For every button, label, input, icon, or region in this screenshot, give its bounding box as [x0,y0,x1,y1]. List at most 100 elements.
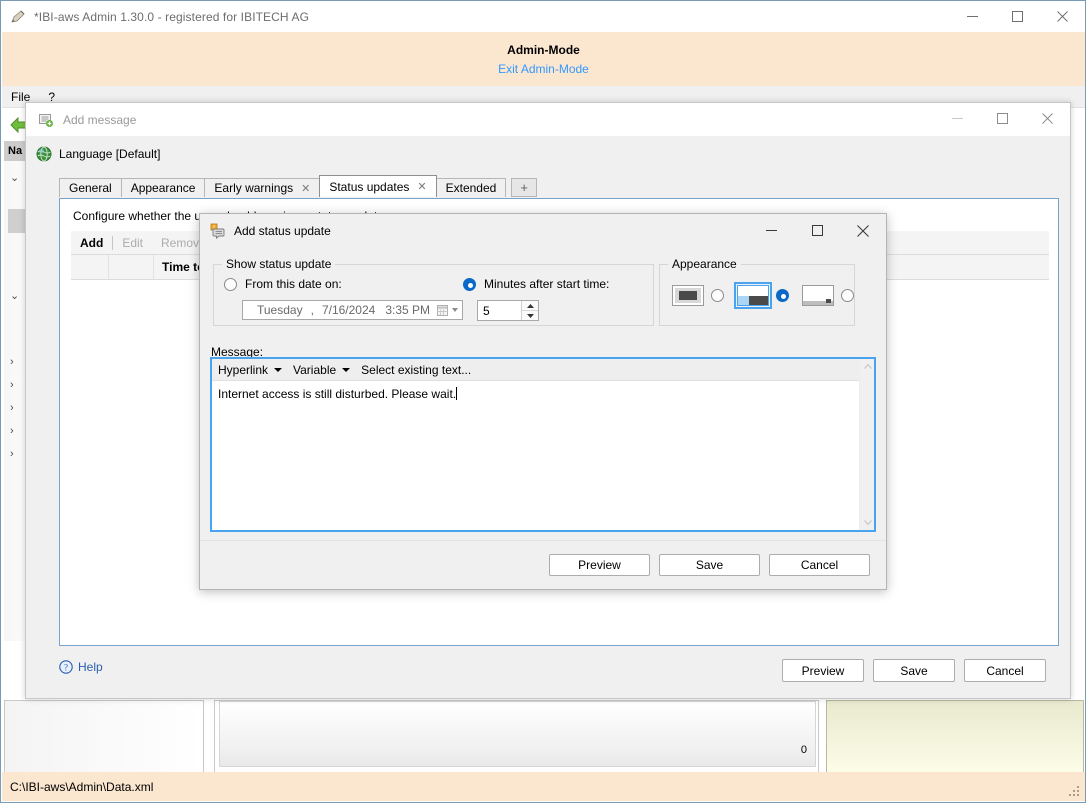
tab-early-warnings[interactable]: Early warnings ✕ [204,178,321,197]
background-right-pane [826,700,1084,773]
language-indicator: Language [Default] [36,143,160,165]
maximize-icon[interactable] [980,103,1025,134]
globe-icon [36,146,52,162]
status-dialog-title: Add status update [234,223,331,238]
minutes-spinner[interactable]: 5 [477,300,539,321]
spinner-updown-icon[interactable] [521,301,538,320]
fullscreen-dark-preview-icon[interactable] [672,285,704,306]
add-button[interactable]: Add [71,236,112,250]
resize-grip[interactable] [1069,786,1081,798]
add-message-icon [38,112,54,128]
close-icon[interactable] [1025,103,1070,134]
corner-popup-preview-icon[interactable] [802,285,834,306]
tab-appearance[interactable]: Appearance [120,178,206,197]
radio-indicator [463,277,476,291]
status-dialog-window-controls [748,214,886,247]
status-dialog-buttons: Preview Save Cancel [549,554,870,576]
statusbar-path: C:\IBI-aws\Admin\Data.xml [10,779,154,794]
preview-button[interactable]: Preview [549,554,650,576]
chevron-down-icon [274,367,283,372]
appearance-options [672,282,854,309]
maximize-icon[interactable] [995,1,1040,32]
scroll-up-icon[interactable] [860,359,875,374]
minutes-value: 5 [483,303,490,318]
add-tab-button[interactable]: + [511,178,537,197]
tab-general[interactable]: General [59,178,122,197]
tab-label: Status updates [329,179,410,194]
date-value: 7/16/2024 [321,303,376,317]
tab-label: Early warnings [214,181,294,195]
message-editor[interactable]: Hyperlink Variable Select existing text.… [210,357,876,532]
tab-label: General [69,181,112,195]
cancel-button[interactable]: Cancel [769,554,870,576]
nav-chevron-right-0[interactable]: › [10,356,14,368]
edit-button[interactable]: Edit [113,236,152,250]
from-this-date-radio[interactable]: From this date on: [224,277,342,291]
variable-dropdown[interactable]: Variable [287,363,355,377]
tab-label: Extended [445,181,497,195]
message-text: Internet access is still disturbed. Plea… [218,387,457,401]
save-button[interactable]: Save [873,659,955,682]
minutes-after-start-radio[interactable]: Minutes after start time: [463,277,609,291]
admin-mode-banner: Admin-Mode Exit Admin-Mode [2,32,1085,86]
background-middle-pane: 0 [214,700,819,773]
scroll-down-icon[interactable] [860,515,875,530]
nav-chevron-right-1[interactable]: › [10,379,14,391]
banner-bottom-preview-icon[interactable] [734,282,772,309]
main-window-controls [950,1,1085,32]
appearance-legend: Appearance [668,257,741,271]
cancel-button[interactable]: Cancel [964,659,1046,682]
close-icon[interactable] [1040,1,1085,32]
nav-chevron-down-1[interactable]: ⌄ [10,289,19,302]
status-dialog-titlebar: ! Add status update [200,214,886,247]
appearance-radio-1[interactable] [776,289,789,302]
help-label: Help [78,660,103,674]
footer-divider [200,540,886,541]
background-grid: 0 [219,701,816,767]
close-icon[interactable] [840,214,886,247]
tab-status-updates[interactable]: Status updates ✕ [319,175,437,197]
from-this-date-label: From this date on: [245,277,342,291]
select-existing-text-button[interactable]: Select existing text... [355,363,476,377]
hyperlink-dropdown[interactable]: Hyperlink [212,363,287,377]
appearance-group: Appearance [659,257,855,326]
calendar-dropdown-icon[interactable] [437,304,458,317]
svg-text:?: ? [64,662,68,672]
maximize-icon[interactable] [794,214,840,247]
nav-chevron-right-3[interactable]: › [10,425,14,437]
background-left-pane [4,700,204,773]
tab-extended[interactable]: Extended [435,178,507,197]
preview-button[interactable]: Preview [782,659,864,682]
radio-indicator [224,277,237,291]
minimize-icon[interactable] [950,1,995,32]
nav-chevron-down-0[interactable]: ⌄ [10,171,19,184]
save-button[interactable]: Save [659,554,760,576]
app-icon [10,9,26,25]
appearance-radio-2[interactable] [841,289,854,302]
minutes-after-start-label: Minutes after start time: [484,277,610,291]
chevron-down-icon [342,367,351,372]
nav-chevron-right-4[interactable]: › [10,448,14,460]
tab-close-icon[interactable]: ✕ [417,180,426,193]
admin-mode-title: Admin-Mode [507,42,580,57]
grid-column-1 [109,254,154,280]
add-status-update-dialog: ! Add status update Show status update F… [199,213,887,590]
message-text-area[interactable]: Internet access is still disturbed. Plea… [218,387,856,401]
exit-admin-mode-link[interactable]: Exit Admin-Mode [498,62,589,76]
time-value: 3:35 PM [385,303,431,317]
minimize-icon[interactable] [748,214,794,247]
tab-close-icon[interactable]: ✕ [301,182,310,195]
add-message-buttons: Preview Save Cancel [782,659,1046,682]
main-titlebar: *IBI-aws Admin 1.30.0 - registered for I… [1,1,1085,32]
message-scrollbar[interactable] [859,359,874,530]
status-update-icon: ! [210,223,226,239]
date-time-picker[interactable]: Tuesday , 7/16/2024 3:35 PM [242,300,463,320]
add-message-title: Add message [63,112,137,127]
help-link[interactable]: ? Help [59,660,103,674]
nav-chevron-right-2[interactable]: › [10,402,14,414]
hyperlink-label: Hyperlink [218,362,269,377]
appearance-radio-0[interactable] [711,289,724,302]
minimize-icon[interactable] [935,103,980,134]
variable-label: Variable [293,362,337,377]
statusbar: C:\IBI-aws\Admin\Data.xml [2,772,1085,801]
